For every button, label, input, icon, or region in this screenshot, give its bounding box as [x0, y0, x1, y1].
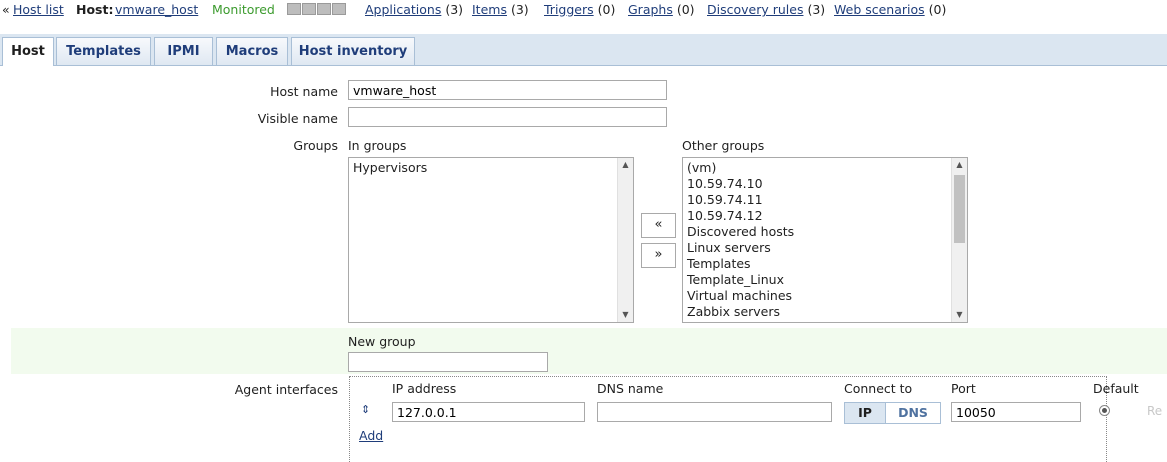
- jmx-availability-icon: [317, 3, 331, 15]
- add-interface-link[interactable]: Add: [359, 428, 383, 443]
- items-count: (3): [510, 2, 529, 17]
- ip-address-input[interactable]: [392, 402, 585, 422]
- applications-count: (3): [445, 2, 464, 17]
- tab-bar: Host Templates IPMI Macros Host inventor…: [0, 34, 1167, 66]
- list-item[interactable]: Templates: [683, 256, 967, 272]
- in-groups-scrollbar[interactable]: ▲ ▼: [617, 158, 633, 322]
- default-interface-radio[interactable]: [1099, 405, 1110, 416]
- items-link[interactable]: Items: [472, 2, 507, 17]
- port-input[interactable]: [951, 402, 1081, 422]
- list-item[interactable]: Discovered hosts: [683, 224, 967, 240]
- triggers-link-group: Triggers (0): [544, 1, 615, 19]
- triggers-count: (0): [597, 2, 616, 17]
- tab-ipmi[interactable]: IPMI: [154, 37, 213, 65]
- list-item[interactable]: Template_Linux: [683, 272, 967, 288]
- dns-name-header: DNS name: [597, 381, 664, 396]
- discovery-rules-link[interactable]: Discovery rules: [707, 2, 803, 17]
- remove-link[interactable]: Re: [1147, 404, 1167, 418]
- agent-interfaces-label: Agent interfaces: [234, 382, 338, 397]
- connect-ip-button[interactable]: IP: [844, 402, 886, 424]
- host-prefix-label: Host:: [76, 2, 114, 17]
- other-groups-scrollbar[interactable]: ▲ ▼: [951, 158, 967, 322]
- connect-to-header: Connect to: [844, 381, 913, 396]
- new-group-input[interactable]: [348, 352, 548, 372]
- other-groups-label: Other groups: [682, 138, 765, 153]
- ipmi-availability-icon: [332, 3, 346, 15]
- scroll-down-icon[interactable]: ▼: [952, 308, 967, 322]
- ip-address-header: IP address: [392, 381, 457, 396]
- drag-handle-icon[interactable]: ⇕: [361, 403, 370, 416]
- list-item[interactable]: 10.59.74.11: [683, 192, 967, 208]
- scrollbar-thumb[interactable]: [954, 175, 965, 243]
- discovery-rules-count: (3): [807, 2, 826, 17]
- visible-name-input[interactable]: [348, 107, 667, 127]
- web-scenarios-count: (0): [928, 2, 947, 17]
- host-name-link[interactable]: vmware_host: [115, 1, 198, 19]
- tab-host-inventory[interactable]: Host inventory: [291, 37, 415, 65]
- port-header: Port: [951, 381, 976, 396]
- scroll-up-icon[interactable]: ▲: [952, 158, 967, 172]
- graphs-count: (0): [676, 2, 695, 17]
- availability-icons: [287, 3, 346, 15]
- items-link-group: Items (3): [472, 1, 529, 19]
- host-name-input[interactable]: [348, 80, 667, 100]
- list-item[interactable]: Hypervisors: [349, 160, 633, 176]
- other-groups-listbox[interactable]: (vm) 10.59.74.10 10.59.74.11 10.59.74.12…: [682, 157, 968, 323]
- graphs-link-group: Graphs (0): [628, 1, 695, 19]
- web-scenarios-link[interactable]: Web scenarios: [834, 2, 925, 17]
- applications-link[interactable]: Applications: [365, 2, 441, 17]
- scroll-down-icon[interactable]: ▼: [618, 308, 633, 322]
- default-header: Default: [1093, 381, 1139, 396]
- triggers-link[interactable]: Triggers: [544, 2, 594, 17]
- list-item[interactable]: 10.59.74.10: [683, 176, 967, 192]
- groups-label: Groups: [293, 138, 338, 153]
- host-header-bar: « Host list Host: vmware_host Monitored …: [0, 0, 1167, 20]
- status-monitored[interactable]: Monitored: [212, 1, 275, 19]
- graphs-link[interactable]: Graphs: [628, 2, 673, 17]
- discovery-rules-link-group: Discovery rules (3): [707, 1, 825, 19]
- list-item[interactable]: Linux servers: [683, 240, 967, 256]
- list-item[interactable]: Virtual machines: [683, 288, 967, 304]
- host-list-link[interactable]: Host list: [13, 1, 64, 19]
- new-group-label: New group: [348, 334, 416, 349]
- tab-host[interactable]: Host: [2, 37, 54, 66]
- new-group-row: [11, 328, 1167, 374]
- tab-macros[interactable]: Macros: [216, 37, 288, 65]
- snmp-availability-icon: [302, 3, 316, 15]
- connect-dns-button[interactable]: DNS: [885, 402, 941, 424]
- list-item[interactable]: (vm): [683, 160, 967, 176]
- tab-templates[interactable]: Templates: [56, 37, 151, 65]
- host-name-label: Host name: [270, 84, 338, 99]
- zabbix-availability-icon: [287, 3, 301, 15]
- move-left-button[interactable]: «: [641, 213, 676, 238]
- list-item[interactable]: 10.59.74.12: [683, 208, 967, 224]
- visible-name-label: Visible name: [257, 111, 338, 126]
- back-arrow-icon: «: [2, 2, 10, 17]
- dns-name-input[interactable]: [597, 402, 832, 422]
- list-item[interactable]: Zabbix servers: [683, 304, 967, 320]
- in-groups-listbox[interactable]: Hypervisors ▲ ▼: [348, 157, 634, 323]
- web-scenarios-link-group: Web scenarios (0): [834, 1, 946, 19]
- applications-link-group: Applications (3): [365, 1, 463, 19]
- scroll-up-icon[interactable]: ▲: [618, 158, 633, 172]
- move-right-button[interactable]: »: [641, 243, 676, 268]
- in-groups-label: In groups: [348, 138, 407, 153]
